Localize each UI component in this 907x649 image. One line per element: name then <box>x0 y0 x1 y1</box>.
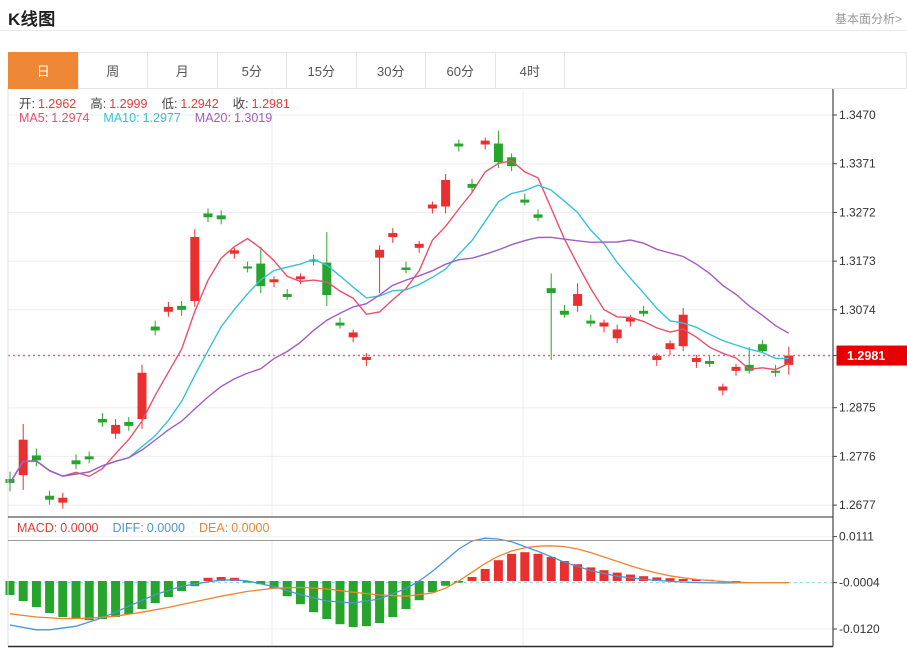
svg-text:0.0111: 0.0111 <box>839 530 874 544</box>
svg-text:-0.0004: -0.0004 <box>839 576 880 590</box>
fundamental-analysis-link[interactable]: 基本面分析> <box>835 10 902 27</box>
widget-header: K线图 基本面分析> <box>0 0 907 31</box>
macd-info: MACD:0.0000 DIFF:0.0000 DEA:0.0000 <box>17 521 269 535</box>
svg-text:1.3272: 1.3272 <box>839 205 876 219</box>
svg-text:1.2776: 1.2776 <box>839 449 876 463</box>
panel-borders <box>8 88 833 647</box>
svg-text:1.3470: 1.3470 <box>839 108 876 122</box>
gridlines <box>8 88 833 647</box>
svg-text:1.3074: 1.3074 <box>839 303 876 317</box>
ohlc-info: 开:1.2962 高:1.2999 低:1.2942 收:1.2981 <box>19 93 290 112</box>
close-value: 收:1.2981 <box>233 93 290 112</box>
ma5-value: MA5:1.2974 <box>19 111 89 125</box>
tab-60min[interactable]: 60分 <box>425 52 496 89</box>
candles-layer <box>6 131 794 509</box>
current-price-badge: 1.2981 <box>833 346 907 366</box>
dea-value: DEA:0.0000 <box>199 521 269 535</box>
svg-text:1.2677: 1.2677 <box>839 498 876 512</box>
period-tabs: 日 周 月 5分 15分 30分 60分 4时 <box>8 52 907 89</box>
svg-text:-0.0120: -0.0120 <box>839 622 880 636</box>
ma10-line <box>10 185 789 483</box>
svg-text:1.3371: 1.3371 <box>839 157 876 171</box>
diff-value: DIFF:0.0000 <box>113 521 185 535</box>
low-value: 低:1.2942 <box>161 93 218 112</box>
tab-30min[interactable]: 30分 <box>356 52 427 89</box>
svg-text:1.2981: 1.2981 <box>847 349 885 363</box>
tab-day[interactable]: 日 <box>8 52 79 89</box>
high-value: 高:1.2999 <box>90 93 147 112</box>
tab-filler <box>564 52 907 89</box>
ma10-value: MA10:1.2977 <box>103 111 180 125</box>
ma20-line <box>10 237 789 483</box>
price-axis: 1.3470 1.3371 1.3272 1.3173 1.3074 1.2875 1.27… <box>833 108 876 512</box>
tab-5min[interactable]: 5分 <box>217 52 288 89</box>
ma5-line <box>10 161 789 483</box>
kline-widget: K线图 基本面分析> 日 周 月 5分 15分 30分 60分 4时 1.347… <box>0 0 907 649</box>
open-value: 开:1.2962 <box>19 93 76 112</box>
ma-info: MA5:1.2974 MA10:1.2977 MA20:1.3019 <box>19 111 272 125</box>
tab-month[interactable]: 月 <box>147 52 218 89</box>
page-title: K线图 <box>8 5 56 30</box>
tab-week[interactable]: 周 <box>78 52 149 89</box>
tab-4hour[interactable]: 4时 <box>495 52 566 89</box>
ma20-value: MA20:1.3019 <box>195 111 272 125</box>
tab-15min[interactable]: 15分 <box>286 52 357 89</box>
svg-text:1.2875: 1.2875 <box>839 401 876 415</box>
macd-value: MACD:0.0000 <box>17 521 99 535</box>
svg-text:1.3173: 1.3173 <box>839 254 876 268</box>
macd-axis: 0.0111 -0.0004 -0.0120 <box>833 530 880 636</box>
